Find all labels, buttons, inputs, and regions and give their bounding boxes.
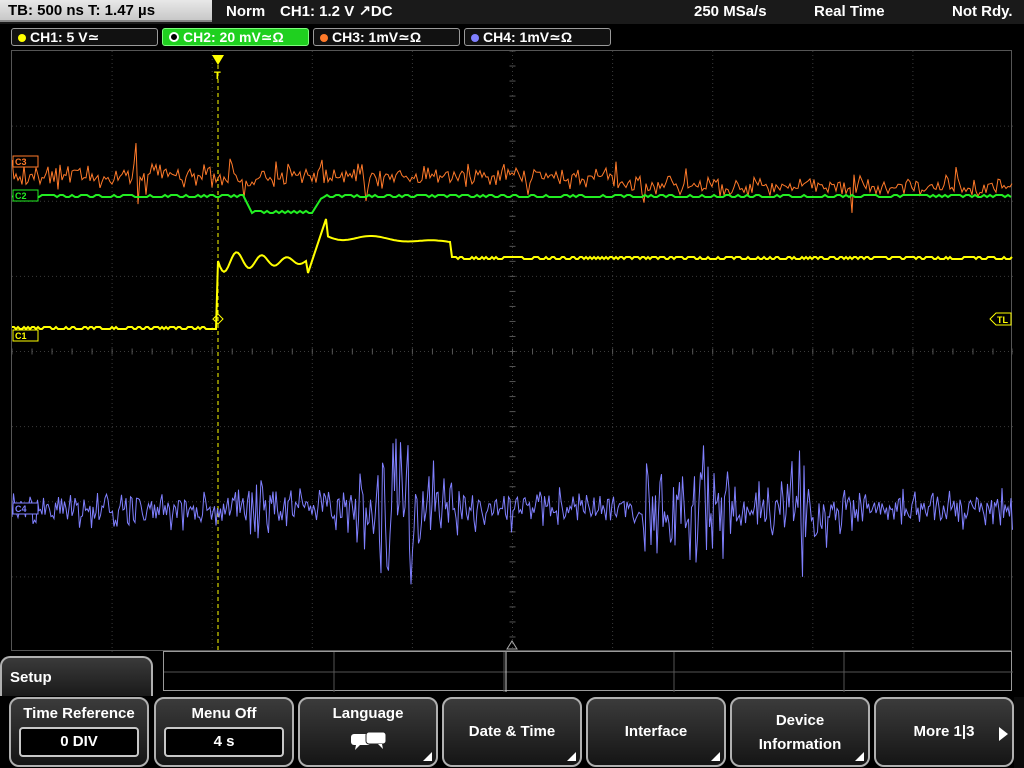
speech-bubbles-icon <box>351 731 387 750</box>
softkey-time-reference[interactable]: Time Reference 0 DIV <box>9 697 149 767</box>
ch4-color-dot <box>471 34 479 42</box>
ch1-ref-label: C1 <box>15 331 27 341</box>
submenu-indicator <box>711 752 720 761</box>
overview-strip <box>163 651 1013 692</box>
scroll-edge <box>1014 697 1024 768</box>
channel-tab-label: CH4: 1mV≃Ω <box>483 29 573 45</box>
channel-tab-label: CH3: 1mV≃Ω <box>332 29 422 45</box>
status-bar: TB: 500 ns T: 1.47 µs Norm CH1: 1.2 V ↗D… <box>0 0 1024 24</box>
time-reference-value: 0 DIV <box>19 727 139 757</box>
acquisition-mode: Real Time <box>814 3 885 20</box>
channel-tab-label: CH2: 20 mV≃Ω <box>183 29 284 45</box>
channel-tab-ch4[interactable]: CH4: 1mV≃Ω <box>464 28 611 46</box>
ch3-ref-label: C3 <box>15 157 27 167</box>
ch3-color-dot <box>320 34 328 42</box>
acquisition-status: Not Rdy. <box>952 3 1013 20</box>
ch4-ref-label: C4 <box>15 504 27 514</box>
channel-tab-ch1[interactable]: CH1: 5 V≃ <box>11 28 158 46</box>
submenu-indicator <box>567 752 576 761</box>
softkey-label: Language <box>332 705 404 722</box>
submenu-indicator <box>423 752 432 761</box>
trigger-info[interactable]: CH1: 1.2 V ↗DC <box>280 0 393 24</box>
softkey-label-line2: Information <box>758 736 842 753</box>
channel-tab-ch2[interactable]: CH2: 20 mV≃Ω <box>162 28 309 46</box>
softkey-menu-off[interactable]: Menu Off 4 s <box>154 697 294 767</box>
softkey-interface[interactable]: Interface <box>586 697 726 767</box>
trigger-mode[interactable]: Norm <box>226 0 265 24</box>
ch2-trace <box>12 193 1012 215</box>
trigger-level-label: TL <box>997 315 1008 325</box>
waveform-canvas: T C1 C2 C3 C4 TL <box>12 51 1013 652</box>
channel-tab-ch3[interactable]: CH3: 1mV≃Ω <box>313 28 460 46</box>
menu-title-tab: Setup <box>0 656 153 696</box>
waveform-display[interactable]: T C1 C2 C3 C4 TL <box>11 50 1013 652</box>
softkey-date-time[interactable]: Date & Time <box>442 697 582 767</box>
overview-grid <box>164 652 1013 692</box>
trigger-marker-label: T <box>214 70 221 82</box>
submenu-indicator <box>855 752 864 761</box>
trigger-position-marker <box>212 55 224 65</box>
timebase-readout[interactable]: TB: 500 ns T: 1.47 µs <box>0 0 212 22</box>
softkey-device-information[interactable]: Device Information <box>730 697 870 767</box>
graticule-ticks <box>12 51 1013 652</box>
softkey-label-line1: Device <box>775 712 825 729</box>
ch2-ref-label: C2 <box>15 191 27 201</box>
softkey-more[interactable]: More 1|3 <box>874 697 1014 767</box>
ch1-color-dot <box>18 34 26 42</box>
softkey-label: Interface <box>624 723 688 740</box>
softkey-language[interactable]: Language <box>298 697 438 767</box>
softkey-label: Date & Time <box>468 723 556 740</box>
softkey-label: Menu Off <box>191 705 257 722</box>
softkey-label: More 1|3 <box>913 723 975 740</box>
ch3-trace <box>12 143 1013 213</box>
softkey-label: Time Reference <box>23 705 135 722</box>
menu-off-value: 4 s <box>164 727 284 757</box>
ch2-color-dot <box>169 32 179 42</box>
sample-rate: 250 MSa/s <box>694 3 767 20</box>
channel-tab-label: CH1: 5 V≃ <box>30 29 100 45</box>
next-page-arrow-icon <box>999 727 1008 741</box>
